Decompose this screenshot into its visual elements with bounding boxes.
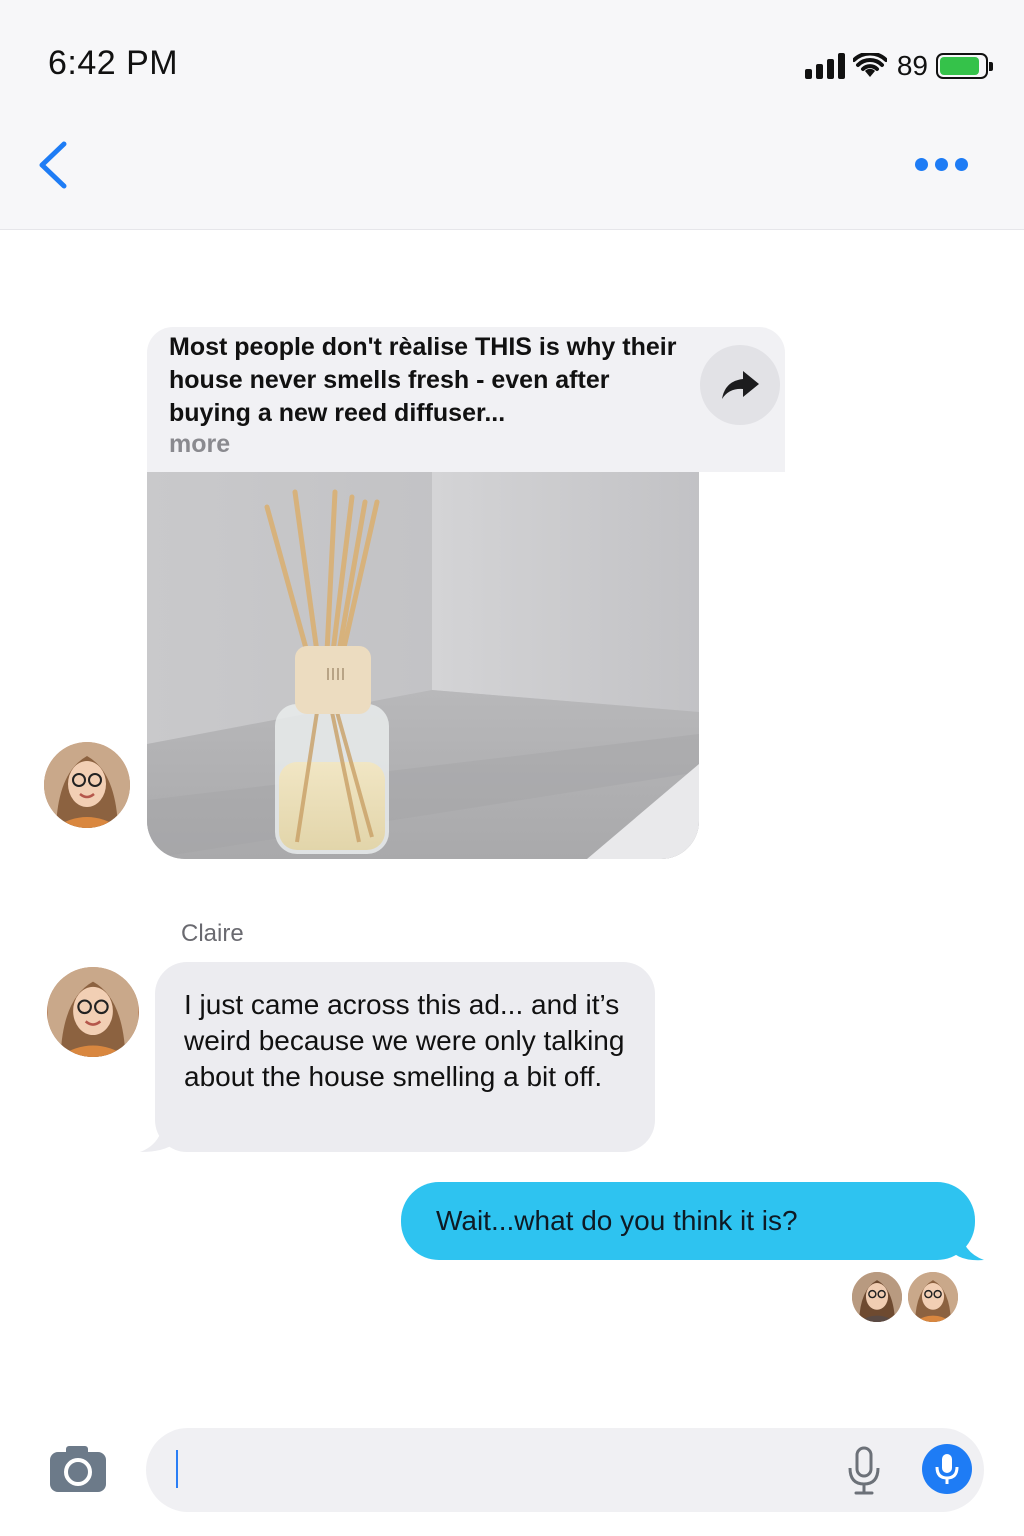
avatar-portrait xyxy=(48,967,138,1057)
read-receipt-avatar xyxy=(908,1272,958,1322)
battery-level-fill xyxy=(940,57,980,75)
more-options-button[interactable] xyxy=(915,158,968,171)
status-indicators: 89 xyxy=(804,46,993,86)
nav-header: 6:42 PM 89 xyxy=(0,0,1024,230)
cellular-signal-icon xyxy=(804,53,845,79)
sender-avatar[interactable] xyxy=(47,967,139,1057)
camera-button[interactable] xyxy=(46,1442,110,1496)
microphone-icon xyxy=(935,1454,959,1484)
incoming-message-bubble[interactable]: I just came across this ad... and it’s w… xyxy=(155,962,655,1152)
microphone-icon xyxy=(848,1446,880,1495)
outgoing-message-text: Wait...what do you think it is? xyxy=(436,1205,798,1236)
status-time: 6:42 PM xyxy=(48,44,179,82)
back-button[interactable] xyxy=(34,140,74,190)
battery-icon xyxy=(936,53,993,79)
shared-ad-card[interactable]: Most people don't rèalise THIS is why th… xyxy=(147,327,785,859)
wifi-icon xyxy=(852,53,887,77)
camera-icon xyxy=(50,1446,106,1492)
voice-message-button[interactable] xyxy=(922,1444,972,1494)
ellipsis-icon xyxy=(915,158,928,171)
text-caret xyxy=(176,1450,178,1488)
sender-name-label: Claire xyxy=(181,920,244,947)
ad-more-link[interactable]: more xyxy=(169,430,230,459)
incoming-message-text: I just came across this ad... and it’s w… xyxy=(184,989,625,1092)
battery-percent: 89 xyxy=(896,50,928,81)
sender-avatar[interactable] xyxy=(44,742,130,828)
ad-caption-area: Most people don't rèalise THIS is why th… xyxy=(147,327,785,472)
chevron-left-icon xyxy=(39,141,67,189)
share-arrow-icon xyxy=(722,371,759,399)
message-input[interactable] xyxy=(146,1428,984,1512)
reed-diffuser-image[interactable] xyxy=(147,472,699,859)
dictation-button[interactable] xyxy=(846,1446,882,1496)
read-receipt-avatar xyxy=(852,1272,902,1322)
ad-caption-text: Most people don't rèalise THIS is why th… xyxy=(169,333,677,427)
outgoing-message-bubble[interactable]: Wait...what do you think it is? xyxy=(401,1182,975,1260)
avatar-portrait xyxy=(44,742,130,828)
share-button[interactable] xyxy=(700,345,780,425)
